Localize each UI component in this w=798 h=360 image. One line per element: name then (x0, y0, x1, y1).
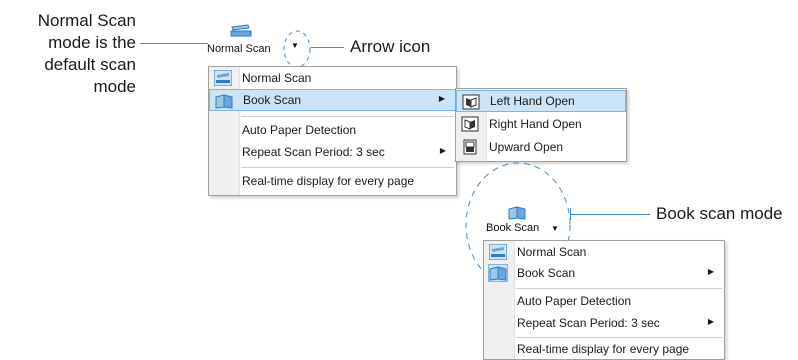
menu-item-label: Real-time display for every page (517, 342, 690, 356)
normal-scan-button-label: Normal Scan (207, 43, 271, 55)
callout-line (140, 43, 208, 44)
menu-separator (241, 116, 454, 117)
menu-item-label: Normal Scan (242, 71, 312, 85)
menu-item-label: Book Scan (517, 266, 576, 280)
book-scan-submenu: Left Hand Open Right Hand Open Upward Op… (455, 88, 627, 162)
scan-mode-menu: Normal Scan Book Scan ▶ Auto Paper Detec… (208, 66, 457, 196)
menu-item-book-scan[interactable]: Book Scan ▶ (484, 262, 724, 284)
menu-item-label: Auto Paper Detection (242, 123, 357, 137)
submenu-item-label: Left Hand Open (490, 94, 575, 108)
submenu-arrow-icon: ▶ (707, 267, 714, 276)
normal-scan-note-line: default scan (44, 55, 136, 74)
callout-line (311, 47, 344, 48)
menu-item-real-time-display[interactable]: Real-time display for every page (209, 170, 456, 192)
normal-scan-note-line: mode (93, 77, 136, 96)
menu-item-label: Repeat Scan Period: 3 sec (517, 316, 660, 330)
normal-scan-note-line: Normal Scan (37, 11, 136, 30)
book-icon (508, 206, 526, 220)
menu-item-label: Real-time display for every page (242, 174, 415, 188)
submenu-item-label: Right Hand Open (489, 117, 582, 131)
menu-separator (516, 288, 722, 289)
right-hand-open-icon (461, 116, 479, 132)
menu-item-label: Book Scan (243, 93, 302, 107)
book-icon (215, 94, 233, 109)
submenu-arrow-icon: ▶ (439, 146, 446, 155)
book-icon (488, 264, 508, 282)
menu-item-auto-paper-detection[interactable]: Auto Paper Detection (484, 290, 724, 312)
menu-item-label: Auto Paper Detection (517, 294, 632, 308)
submenu-item-upward-open[interactable]: Upward Open (456, 136, 626, 158)
scanner-icon (489, 244, 507, 260)
book-scan-button-label: Book Scan (486, 222, 540, 234)
submenu-item-left-hand-open[interactable]: Left Hand Open (456, 90, 626, 112)
callout-line (570, 208, 571, 220)
menu-separator (241, 167, 454, 168)
scan-mode-menu-book: Normal Scan Book Scan ▶ Auto Paper Detec… (483, 240, 725, 360)
submenu-arrow-icon: ▶ (438, 94, 445, 103)
chevron-down-icon[interactable]: ▼ (551, 225, 559, 233)
submenu-item-label: Upward Open (489, 140, 564, 154)
menu-item-real-time-display[interactable]: Real-time display for every page (484, 338, 724, 360)
menu-item-label: Normal Scan (517, 245, 587, 259)
menu-item-label: Repeat Scan Period: 3 sec (242, 145, 385, 159)
book-scan-note: Book scan mode (656, 204, 783, 223)
submenu-arrow-icon: ▶ (707, 317, 714, 326)
scanner-icon (214, 70, 232, 86)
normal-scan-note: Normal Scan mode is the default scan mod… (0, 10, 136, 98)
normal-scan-note-line: mode is the (48, 33, 136, 52)
book-scan-button[interactable]: Book Scan (482, 204, 552, 240)
arrow-icon-note: Arrow icon (350, 37, 431, 56)
left-hand-open-icon (462, 94, 480, 110)
menu-item-repeat-scan-period[interactable]: Repeat Scan Period: 3 sec ▶ (484, 312, 724, 334)
scanner-icon (230, 24, 252, 37)
menu-item-book-scan[interactable]: Book Scan ▶ (209, 89, 456, 111)
submenu-item-right-hand-open[interactable]: Right Hand Open (456, 113, 626, 135)
arrow-highlight-circle (283, 30, 311, 68)
upward-open-icon (463, 139, 477, 155)
normal-scan-button[interactable]: Normal Scan (207, 20, 284, 66)
callout-line (570, 214, 650, 215)
menu-item-auto-paper-detection[interactable]: Auto Paper Detection (209, 119, 456, 141)
menu-item-repeat-scan-period[interactable]: Repeat Scan Period: 3 sec ▶ (209, 141, 456, 163)
menu-item-normal-scan[interactable]: Normal Scan (484, 241, 724, 263)
menu-item-normal-scan[interactable]: Normal Scan (209, 67, 456, 89)
